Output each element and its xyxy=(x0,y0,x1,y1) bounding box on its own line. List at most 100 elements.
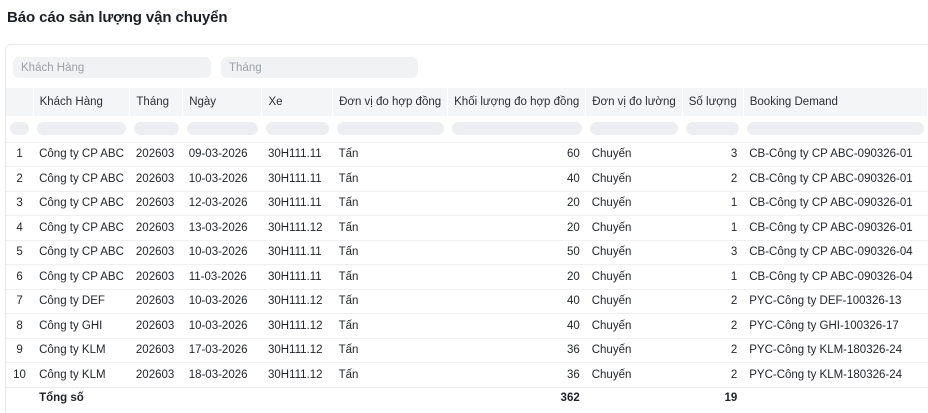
header-contract-weight[interactable]: Khối lượng đo hợp đồng xyxy=(447,88,587,116)
column-filter-cell xyxy=(129,116,183,142)
cell-measure-unit: Chuyến xyxy=(585,288,683,314)
header-measure-unit[interactable]: Đơn vị đo lường xyxy=(585,88,683,116)
table-row[interactable]: 3 Công ty CP ABC 202603 12-03-2026 30H111.11… xyxy=(6,190,928,216)
header-customer[interactable]: Khách Hàng xyxy=(33,88,131,116)
footer-empty-cell xyxy=(585,386,683,409)
column-filter-input[interactable] xyxy=(133,122,179,136)
cell-contract-weight: 20 xyxy=(447,190,586,216)
row-index: 6 xyxy=(6,264,34,289)
cell-quantity: 2 xyxy=(682,362,744,387)
footer-empty-cell xyxy=(129,386,183,409)
cell-contract-weight: 36 xyxy=(447,362,586,387)
table-row[interactable]: 4 Công ty CP ABC 202603 13-03-2026 30H111.12… xyxy=(6,215,928,240)
column-filter-cell xyxy=(682,116,744,142)
cell-quantity: 3 xyxy=(682,239,744,265)
header-quantity[interactable]: Số lượng xyxy=(682,88,744,116)
cell-vehicle: 30H111.11 xyxy=(261,264,333,289)
cell-measure-unit: Chuyến xyxy=(585,239,683,265)
header-index xyxy=(6,88,34,116)
cell-measure-unit: Chuyến xyxy=(585,337,683,363)
column-filter-input[interactable] xyxy=(10,122,30,136)
footer-total-quantity: 19 xyxy=(682,386,744,409)
column-filter-input[interactable] xyxy=(747,122,924,136)
cell-contract-weight: 20 xyxy=(447,215,586,240)
cell-contract-unit: Tấn xyxy=(332,264,448,289)
cell-contract-unit: Tấn xyxy=(332,190,448,216)
cell-date: 10-03-2026 xyxy=(182,288,262,314)
cell-measure-unit: Chuyến xyxy=(585,166,683,191)
page-title: Báo cáo sản lượng vận chuyển xyxy=(7,9,228,26)
cell-measure-unit: Chuyến xyxy=(585,264,683,289)
cell-quantity: 1 xyxy=(682,190,744,216)
cell-customer: Công ty GHI xyxy=(33,313,130,338)
cell-quantity: 2 xyxy=(682,166,744,191)
header-date[interactable]: Ngày xyxy=(182,88,263,116)
column-filter-cell xyxy=(332,116,448,142)
cell-contract-unit: Tấn xyxy=(332,362,448,387)
table-row[interactable]: 10 Công ty KLM 202603 18-03-2026 30H111.12 Tấ… xyxy=(6,362,928,387)
cell-booking-demand: CB-Công ty CP ABC-090326-01 xyxy=(743,141,928,167)
cell-month: 202603 xyxy=(129,337,183,363)
cell-quantity: 3 xyxy=(682,141,744,167)
cell-contract-weight: 36 xyxy=(447,337,586,363)
column-filter-input[interactable] xyxy=(686,122,740,136)
column-filter-cell xyxy=(447,116,586,142)
header-vehicle[interactable]: Xe xyxy=(261,88,334,116)
row-index: 10 xyxy=(6,362,34,387)
cell-contract-weight: 40 xyxy=(447,288,586,314)
column-filter-input[interactable] xyxy=(336,122,444,136)
cell-date: 12-03-2026 xyxy=(182,190,262,216)
cell-customer: Công ty CP ABC xyxy=(33,190,130,216)
table-row[interactable]: 2 Công ty CP ABC 202603 10-03-2026 30H111.11… xyxy=(6,166,928,191)
header-booking-demand[interactable]: Booking Demand xyxy=(743,88,928,116)
cell-measure-unit: Chuyến xyxy=(585,313,683,338)
cell-contract-unit: Tấn xyxy=(332,215,448,240)
table-header-row: Khách Hàng Tháng Ngày Xe Đơn vị đo hợp đ… xyxy=(6,88,928,116)
footer-empty-cell xyxy=(182,386,262,409)
cell-contract-weight: 20 xyxy=(447,264,586,289)
cell-date: 10-03-2026 xyxy=(182,313,262,338)
cell-customer: Công ty CP ABC xyxy=(33,239,130,265)
table-row[interactable]: 5 Công ty CP ABC 202603 10-03-2026 30H111.11… xyxy=(6,239,928,265)
table-row[interactable]: 6 Công ty CP ABC 202603 11-03-2026 30H111.11… xyxy=(6,264,928,289)
table-row[interactable]: 9 Công ty KLM 202603 17-03-2026 30H111.12 Tấn… xyxy=(6,337,928,363)
customer-filter-input[interactable] xyxy=(13,57,211,78)
cell-month: 202603 xyxy=(129,264,183,289)
cell-vehicle: 30H111.11 xyxy=(261,239,333,265)
cell-contract-weight: 40 xyxy=(447,313,586,338)
cell-month: 202603 xyxy=(129,362,183,387)
cell-customer: Công ty CP ABC xyxy=(33,166,130,191)
cell-measure-unit: Chuyến xyxy=(585,215,683,240)
cell-contract-weight: 50 xyxy=(447,239,586,265)
cell-vehicle: 30H111.11 xyxy=(261,166,333,191)
cell-date: 11-03-2026 xyxy=(182,264,262,289)
column-filter-input[interactable] xyxy=(37,122,126,136)
table-row[interactable]: 8 Công ty GHI 202603 10-03-2026 30H111.12 Tấn… xyxy=(6,313,928,338)
cell-quantity: 1 xyxy=(682,215,744,240)
cell-booking-demand: CB-Công ty CP ABC-090326-01 xyxy=(743,215,928,240)
cell-date: 10-03-2026 xyxy=(182,239,262,265)
table-row[interactable]: 1 Công ty CP ABC 202603 09-03-2026 30H111.11… xyxy=(6,141,928,167)
cell-booking-demand: CB-Công ty CP ABC-090326-04 xyxy=(743,239,928,265)
row-index: 3 xyxy=(6,190,34,216)
table-row[interactable]: 7 Công ty DEF 202603 10-03-2026 30H111.12 Tấn… xyxy=(6,288,928,314)
column-filter-input[interactable] xyxy=(265,122,329,136)
table-footer-row: Tổng số 362 19 xyxy=(6,386,928,409)
footer-empty-cell xyxy=(743,386,928,409)
column-filter-cell xyxy=(743,116,928,142)
cell-date: 10-03-2026 xyxy=(182,166,262,191)
cell-contract-unit: Tấn xyxy=(332,141,448,167)
column-filter-input[interactable] xyxy=(589,122,679,136)
cell-quantity: 2 xyxy=(682,313,744,338)
month-filter-input[interactable] xyxy=(221,57,418,78)
header-contract-unit[interactable]: Đơn vị đo hợp đồng xyxy=(332,88,449,116)
column-filter-input[interactable] xyxy=(451,122,582,136)
cell-booking-demand: PYC-Công ty GHI-100326-17 xyxy=(743,313,928,338)
column-filter-cell xyxy=(261,116,333,142)
header-month[interactable]: Tháng xyxy=(129,88,184,116)
column-filter-input[interactable] xyxy=(186,122,258,136)
cell-measure-unit: Chuyến xyxy=(585,190,683,216)
cell-vehicle: 30H111.12 xyxy=(261,362,333,387)
cell-month: 202603 xyxy=(129,215,183,240)
cell-vehicle: 30H111.12 xyxy=(261,215,333,240)
